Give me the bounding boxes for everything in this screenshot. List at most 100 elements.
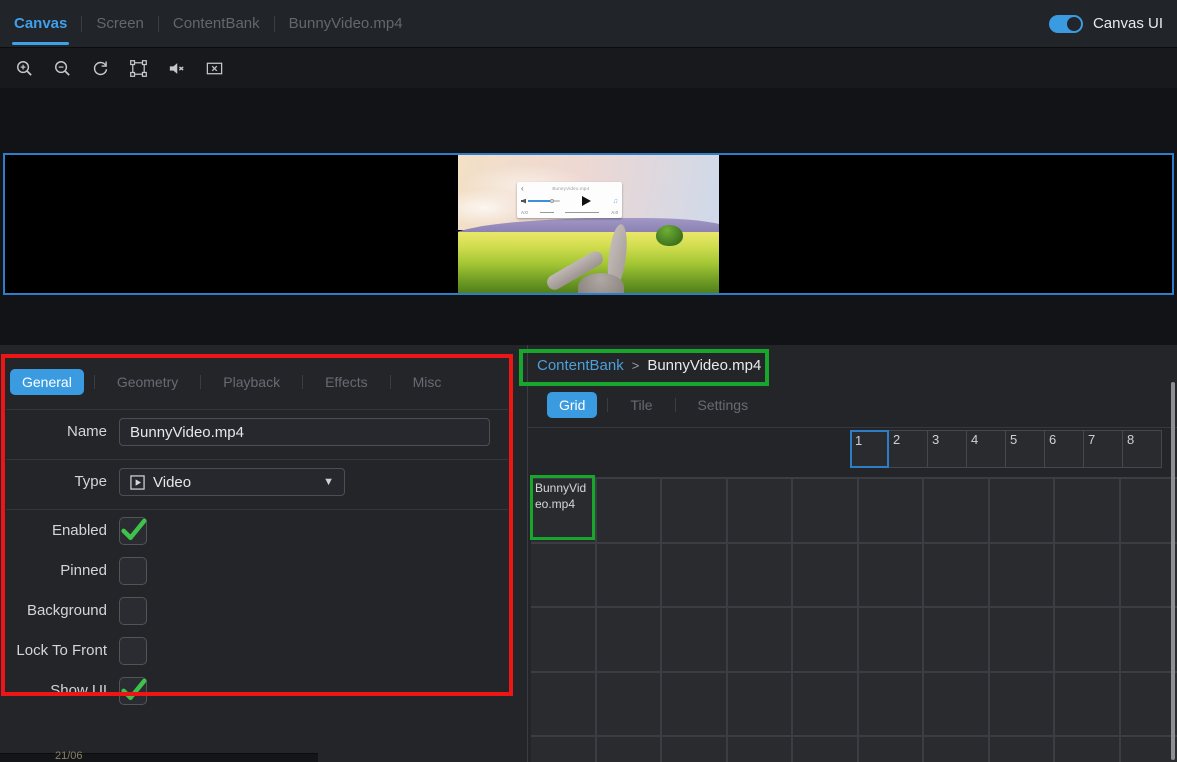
- canvas-viewport[interactable]: ‹ BunnyVideo.mp4 ♫: [0, 88, 1177, 345]
- zoom-in-icon[interactable]: [15, 59, 34, 78]
- nav-tab-screen[interactable]: Screen: [94, 0, 146, 47]
- grid-cell-r3-c8[interactable]: [1055, 673, 1119, 736]
- props-tab-geometry[interactable]: Geometry: [105, 369, 190, 395]
- content-tab-grid[interactable]: Grid: [547, 392, 597, 418]
- content-tab-tile[interactable]: Tile: [618, 392, 664, 418]
- grid-cell-r4-c6[interactable]: [924, 737, 988, 762]
- grid-cell-r1-c2[interactable]: [662, 544, 726, 607]
- grid-cell-r0-c6[interactable]: [924, 479, 988, 542]
- properties-tabbar: General Geometry Playback Effects Misc: [10, 369, 453, 395]
- zoom-out-icon[interactable]: [53, 59, 72, 78]
- output-cell-7[interactable]: 7: [1084, 430, 1123, 468]
- grid-cell-r0-c7[interactable]: [990, 479, 1054, 542]
- nav-tab-contentbank[interactable]: ContentBank: [171, 0, 262, 47]
- grid-cell-r0-c2[interactable]: [662, 479, 726, 542]
- output-cell-1[interactable]: 1: [850, 430, 889, 468]
- grid-cell-r0-c0[interactable]: BunnyVideo.mp4: [531, 479, 595, 542]
- output-cell-5[interactable]: 5: [1006, 430, 1045, 468]
- grid-cell-r3-c9[interactable]: [1121, 673, 1177, 736]
- grid-cell-r2-c5[interactable]: [859, 608, 923, 671]
- grid-cell-r3-c1[interactable]: [597, 673, 661, 736]
- grid-cell-r2-c9[interactable]: [1121, 608, 1177, 671]
- grid-cell-r0-c3[interactable]: [728, 479, 792, 542]
- transform-icon[interactable]: [129, 59, 148, 78]
- content-tab-settings[interactable]: Settings: [686, 392, 761, 418]
- caret-down-icon: ▼: [323, 476, 334, 488]
- grid-cell-r3-c2[interactable]: [662, 673, 726, 736]
- grid-cell-r1-c8[interactable]: [1055, 544, 1119, 607]
- grid-cell-r3-c6[interactable]: [924, 673, 988, 736]
- type-dropdown[interactable]: Video ▼: [119, 468, 345, 496]
- grid-cell-r4-c4[interactable]: [793, 737, 857, 762]
- grid-cell-r1-c1[interactable]: [597, 544, 661, 607]
- props-tab-effects[interactable]: Effects: [313, 369, 380, 395]
- output-cell-8[interactable]: 8: [1123, 430, 1162, 468]
- checkbox-show-ui[interactable]: [119, 677, 147, 705]
- grid-cell-r0-c4[interactable]: [793, 479, 857, 542]
- output-cell-2[interactable]: 2: [889, 430, 928, 468]
- grid-cell-r3-c0[interactable]: [531, 673, 595, 736]
- nav-tab-canvas[interactable]: Canvas: [12, 0, 69, 47]
- grid-cell-r4-c1[interactable]: [597, 737, 661, 762]
- mute-icon[interactable]: [167, 59, 186, 78]
- grid-cell-r2-c7[interactable]: [990, 608, 1054, 671]
- props-tab-playback[interactable]: Playback: [211, 369, 292, 395]
- grid-cell-r2-c3[interactable]: [728, 608, 792, 671]
- grid-cell-r0-c9[interactable]: [1121, 479, 1177, 542]
- close-box-icon[interactable]: [205, 59, 224, 78]
- grid-cell-r4-c0[interactable]: [531, 737, 595, 762]
- grid-cell-r4-c2[interactable]: [662, 737, 726, 762]
- grid-cell-r2-c4[interactable]: [793, 608, 857, 671]
- output-cell-3[interactable]: 3: [928, 430, 967, 468]
- canvas-output-frame[interactable]: ‹ BunnyVideo.mp4 ♫: [3, 153, 1174, 295]
- breadcrumb-contentbank-link[interactable]: ContentBank: [537, 357, 624, 374]
- video-layer[interactable]: ‹ BunnyVideo.mp4 ♫: [458, 155, 719, 293]
- grid-cell-r4-c7[interactable]: [990, 737, 1054, 762]
- grid-cell-r4-c9[interactable]: [1121, 737, 1177, 762]
- checkbox-enabled[interactable]: [119, 517, 147, 545]
- volume-control[interactable]: [521, 199, 560, 204]
- tab-separator: [94, 375, 95, 389]
- checkbox-pinned[interactable]: [119, 557, 147, 585]
- grid-cell-r2-c6[interactable]: [924, 608, 988, 671]
- grid-cell-r4-c3[interactable]: [728, 737, 792, 762]
- grid-cell-r4-c5[interactable]: [859, 737, 923, 762]
- grid-cell-r0-c5[interactable]: [859, 479, 923, 542]
- name-value: BunnyVideo.mp4: [130, 424, 244, 441]
- canvas-ui-toggle[interactable]: [1049, 15, 1083, 33]
- grid-cell-r3-c7[interactable]: [990, 673, 1054, 736]
- grid-cell-r1-c9[interactable]: [1121, 544, 1177, 607]
- grid-scrollbar[interactable]: [1171, 382, 1175, 760]
- toggle-knob: [1067, 17, 1081, 31]
- grid-cell-r2-c1[interactable]: [597, 608, 661, 671]
- grid-cell-r1-c7[interactable]: [990, 544, 1054, 607]
- grid-cell-r2-c8[interactable]: [1055, 608, 1119, 671]
- grid-cell-r3-c3[interactable]: [728, 673, 792, 736]
- grid-cell-r4-c8[interactable]: [1055, 737, 1119, 762]
- tab-separator: [607, 398, 608, 412]
- speaker-icon: [521, 199, 526, 204]
- volume-knob[interactable]: [550, 199, 554, 203]
- volume-slider[interactable]: [528, 200, 560, 202]
- grid-cell-r2-c2[interactable]: [662, 608, 726, 671]
- grid-cell-r1-c6[interactable]: [924, 544, 988, 607]
- grid-cell-r2-c0[interactable]: [531, 608, 595, 671]
- grid-cell-r3-c4[interactable]: [793, 673, 857, 736]
- grid-cell-r3-c5[interactable]: [859, 673, 923, 736]
- grid-cell-r1-c5[interactable]: [859, 544, 923, 607]
- props-tab-general[interactable]: General: [10, 369, 84, 395]
- checkbox-background[interactable]: [119, 597, 147, 625]
- grid-cell-r0-c8[interactable]: [1055, 479, 1119, 542]
- play-button[interactable]: [582, 196, 591, 206]
- output-cell-4[interactable]: 4: [967, 430, 1006, 468]
- rotate-icon[interactable]: [91, 59, 110, 78]
- name-input[interactable]: BunnyVideo.mp4: [119, 418, 490, 446]
- output-cell-6[interactable]: 6: [1045, 430, 1084, 468]
- grid-cell-r1-c4[interactable]: [793, 544, 857, 607]
- grid-cell-r0-c1[interactable]: [597, 479, 661, 542]
- props-tab-misc[interactable]: Misc: [401, 369, 454, 395]
- grid-cell-r1-c0[interactable]: [531, 544, 595, 607]
- nav-tab-bunnyvideo-mp4[interactable]: BunnyVideo.mp4: [287, 0, 405, 47]
- checkbox-lock-to-front[interactable]: [119, 637, 147, 665]
- grid-cell-r1-c3[interactable]: [728, 544, 792, 607]
